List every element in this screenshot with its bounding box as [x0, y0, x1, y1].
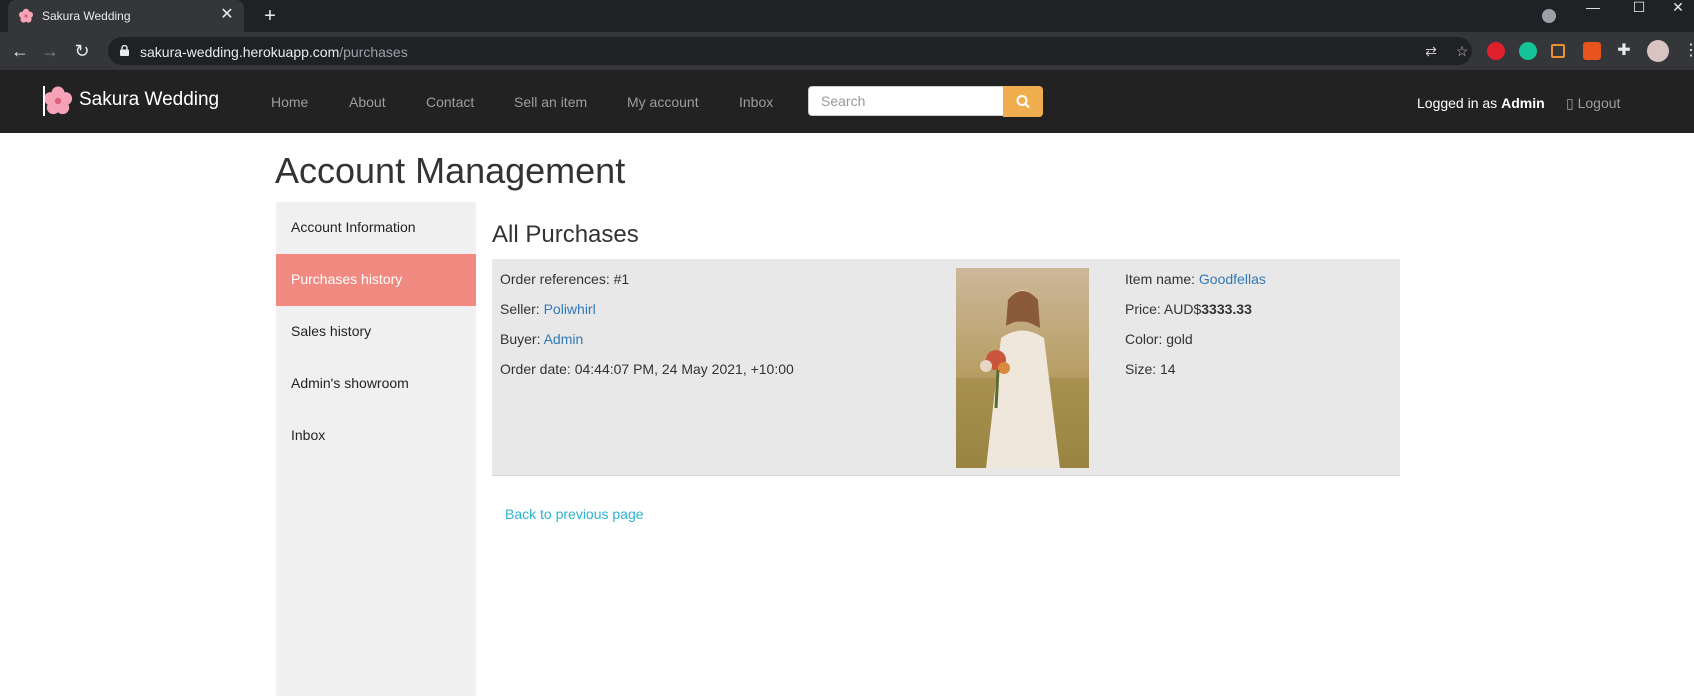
logged-in-prefix: Logged in as — [1417, 95, 1502, 111]
brand-name[interactable]: Sakura Wedding — [79, 89, 219, 111]
tab-title: Sakura Wedding — [42, 9, 131, 23]
forward-arrow-icon[interactable]: → — [38, 39, 62, 63]
url-host: sakura-wedding.herokuapp.com — [140, 44, 340, 60]
back-arrow-icon[interactable]: ← — [8, 39, 32, 63]
nav-link-inbox[interactable]: Inbox — [739, 94, 773, 110]
search-input[interactable] — [808, 86, 1003, 116]
extension-icon[interactable] — [1487, 42, 1505, 60]
order-date-field: Order date: 04:44:07 PM, 24 May 2021, +1… — [500, 361, 794, 377]
seller-label: Seller: — [500, 301, 544, 317]
profile-avatar[interactable] — [1647, 40, 1669, 62]
item-name-link[interactable]: Goodfellas — [1199, 271, 1266, 287]
logged-in-user: Admin — [1501, 95, 1545, 111]
color-value: gold — [1166, 331, 1193, 347]
sidebar-item-account-information[interactable]: Account Information — [276, 202, 476, 254]
grammarly-icon[interactable] — [1519, 42, 1537, 60]
maximize-icon[interactable]: ☐ — [1616, 0, 1662, 32]
item-name-field: Item name: Goodfellas — [1125, 271, 1266, 287]
color-label: Color: — [1125, 331, 1167, 347]
purchase-card: Order references: #1 Seller: Poliwhirl B… — [492, 259, 1400, 476]
buyer-field: Buyer: Admin — [500, 331, 583, 347]
color-field: Color: gold — [1125, 331, 1193, 347]
lock-icon — [120, 45, 129, 56]
brand-divider — [43, 86, 45, 116]
size-value: 14 — [1160, 361, 1176, 377]
search-icon — [1016, 95, 1030, 109]
section-title: All Purchases — [492, 221, 639, 248]
logout-label: Logout — [1577, 95, 1621, 111]
order-date-value: 04:44:07 PM, 24 May 2021, +10:00 — [574, 361, 794, 377]
nav-link-sell-item[interactable]: Sell an item — [514, 94, 587, 110]
sakura-flower-icon — [19, 8, 33, 23]
reload-icon[interactable]: ↻ — [70, 39, 94, 63]
minimize-icon[interactable]: — — [1570, 0, 1616, 32]
new-tab-plus-icon[interactable]: + — [258, 4, 282, 28]
browser-tab-bar: Sakura Wedding ✕ + — ☐ ✕ — [0, 0, 1694, 32]
url-path: /purchases — [339, 44, 408, 60]
order-reference: Order references: #1 — [500, 271, 629, 287]
sakura-logo-icon[interactable] — [42, 85, 74, 117]
extension-icon[interactable] — [1583, 42, 1601, 60]
back-to-previous-page-link[interactable]: Back to previous page — [505, 506, 644, 522]
sidebar-item-purchases-history[interactable]: Purchases history — [276, 254, 476, 306]
price-label: Price: AUD$ — [1125, 301, 1202, 317]
browser-toolbar: ← → ↻ sakura-wedding.herokuapp.com/purch… — [0, 32, 1694, 70]
address-bar[interactable]: sakura-wedding.herokuapp.com/purchases ⇄… — [108, 37, 1472, 65]
sidebar-item-admins-showroom[interactable]: Admin's showroom — [276, 358, 476, 410]
search-button[interactable] — [1003, 86, 1043, 117]
item-photo[interactable] — [956, 268, 1089, 468]
account-sidebar: Account Information Purchases history Sa… — [276, 202, 476, 696]
window-close-icon[interactable]: ✕ — [1662, 0, 1694, 32]
site-navbar: Sakura Wedding Home About Contact Sell a… — [0, 70, 1694, 133]
page-title: Account Management — [275, 150, 626, 191]
url-text: sakura-wedding.herokuapp.com/purchases — [140, 44, 408, 60]
order-ref-label: Order references: — [500, 271, 614, 287]
nav-link-about[interactable]: About — [349, 94, 386, 110]
buyer-link[interactable]: Admin — [544, 331, 584, 347]
extension-icon[interactable] — [1551, 44, 1565, 58]
extensions-puzzle-icon[interactable]: ✚ — [1615, 42, 1633, 60]
nav-link-my-account[interactable]: My account — [627, 94, 699, 110]
sidebar-item-sales-history[interactable]: Sales history — [276, 306, 476, 358]
sidebar-item-inbox[interactable]: Inbox — [276, 410, 476, 462]
order-date-label: Order date: — [500, 361, 575, 377]
logout-icon: ▯ — [1566, 95, 1578, 111]
nav-link-home[interactable]: Home — [271, 94, 308, 110]
logged-in-status: Logged in as Admin — [1417, 95, 1545, 111]
seller-field: Seller: Poliwhirl — [500, 301, 596, 317]
item-name-label: Item name: — [1125, 271, 1199, 287]
size-label: Size: — [1125, 361, 1161, 377]
seller-link[interactable]: Poliwhirl — [544, 301, 596, 317]
buyer-label: Buyer: — [500, 331, 544, 347]
logout-link[interactable]: ▯ Logout — [1566, 95, 1620, 112]
size-field: Size: 14 — [1125, 361, 1176, 377]
close-tab-icon[interactable]: ✕ — [218, 6, 236, 24]
nav-link-contact[interactable]: Contact — [426, 94, 474, 110]
price-field: Price: AUD$3333.33 — [1125, 301, 1252, 317]
browser-tab[interactable]: Sakura Wedding ✕ — [8, 0, 244, 32]
translate-icon[interactable]: ⇄ — [1422, 42, 1440, 60]
menu-kebab-icon[interactable]: ⋮ — [1683, 42, 1694, 60]
order-ref-value: #1 — [613, 271, 630, 287]
price-value: 3333.33 — [1201, 301, 1252, 317]
tab-search-icon[interactable] — [1542, 9, 1556, 23]
bookmark-star-icon[interactable]: ☆ — [1453, 42, 1471, 60]
